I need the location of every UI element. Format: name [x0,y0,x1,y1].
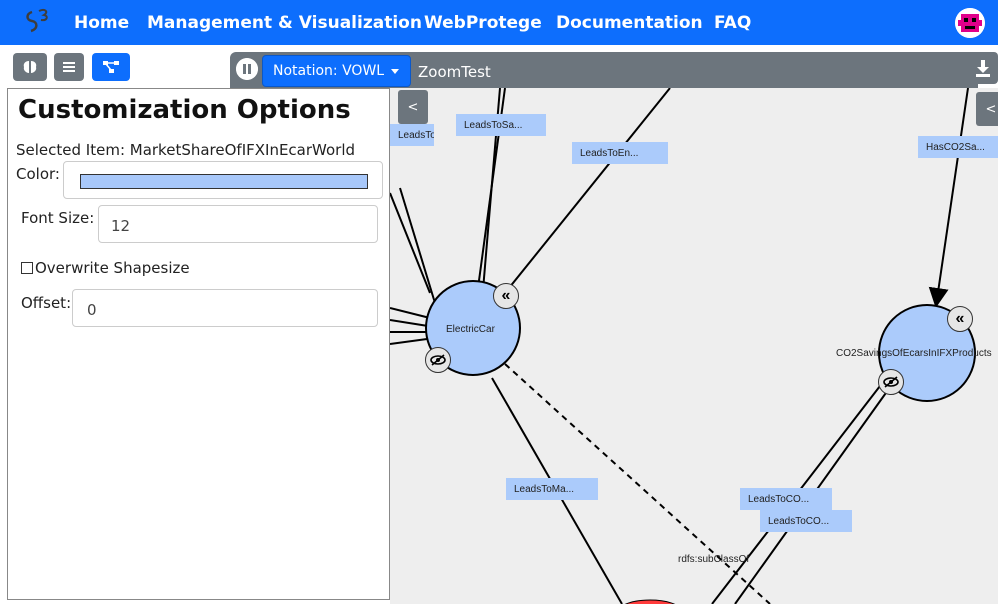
offset-label: Offset: [21,294,72,312]
top-navbar: Home Management & Visualization WebProte… [0,0,998,45]
caret-down-icon [391,69,400,74]
nav-management-link[interactable]: Management & Visualization [147,13,422,33]
nav-webprotege-link[interactable]: WebProtege [424,13,542,33]
graph-icon [103,61,119,73]
collapse-node-icon[interactable]: « [493,283,519,309]
color-picker-field[interactable] [63,161,383,199]
edge-label-leads-to-ave[interactable]: LeadsToAve... [390,124,434,146]
nav-faq-link[interactable]: FAQ [714,13,751,33]
user-avatar-icon[interactable] [955,8,985,38]
hide-node-icon[interactable] [878,369,904,395]
edge-label-leads-to-en[interactable]: LeadsToEn... [572,142,668,164]
brain-icon [23,61,37,73]
collapse-left-button[interactable]: < [398,90,428,124]
panel-title: Customization Options [18,95,351,125]
edge-line [390,307,431,319]
overwrite-shapesize-row[interactable]: Overwrite Shapesize [21,259,190,277]
node-co2savings-label[interactable]: CO2SavingsOfEcarsInIFXProducts [836,348,992,359]
graph-tab-title: ZoomTest [418,63,491,81]
node-electriccar-label[interactable]: ElectricCar [446,324,495,335]
graph-edges [390,88,976,604]
selected-item-text: Selected Item: MarketShareOfIFXInEcarWor… [16,141,356,159]
s3-logo-icon[interactable] [22,6,56,40]
collapse-right-button[interactable]: < [976,92,998,126]
edge-label-subclass: rdfs:subClassOf [678,554,750,565]
color-swatch [80,174,368,189]
edge-label-leads-to-ma[interactable]: LeadsToMa... [506,478,598,500]
font-size-input[interactable]: 12 [98,205,378,243]
collapse-right-label: < [985,101,997,117]
overwrite-checkbox[interactable] [21,262,33,274]
color-label: Color: [16,165,60,183]
overwrite-label: Overwrite Shapesize [35,259,190,277]
edge-label-leads-to-co-1[interactable]: LeadsToCO... [740,488,832,510]
nav-documentation-link[interactable]: Documentation [556,13,703,33]
edge-line [390,319,429,327]
brain-view-button[interactable] [13,53,47,81]
edge-line [928,88,969,308]
edge-line [390,338,428,345]
collapse-node-icon[interactable]: « [947,306,973,332]
graph-canvas[interactable]: < < LeadsToAve... LeadsToSa... LeadsToEn… [390,88,998,604]
offset-value: 0 [87,301,97,319]
collapse-left-label: < [407,99,419,115]
nav-home-link[interactable]: Home [74,13,129,33]
offset-input[interactable]: 0 [72,289,378,327]
hide-node-icon[interactable] [425,347,451,373]
notation-label: Notation: VOWL [273,63,385,79]
customization-panel: Customization Options Selected Item: Mar… [7,88,390,600]
edge-label-leads-to-co-2[interactable]: LeadsToCO... [760,510,852,532]
edge-label-has-co2[interactable]: HasCO2Sa... [918,136,998,158]
edge-label-leads-to-sa[interactable]: LeadsToSa... [456,114,546,136]
notation-dropdown[interactable]: Notation: VOWL [262,55,412,87]
font-size-value: 12 [111,217,131,235]
download-button[interactable] [968,52,998,84]
graph-view-button[interactable] [92,53,130,81]
pause-icon[interactable] [236,58,258,80]
edge-line [390,192,431,294]
edge-line [399,187,436,304]
list-icon [63,62,75,72]
download-icon [976,60,990,77]
list-view-button[interactable] [54,53,84,81]
font-size-label: Font Size: [21,209,95,227]
